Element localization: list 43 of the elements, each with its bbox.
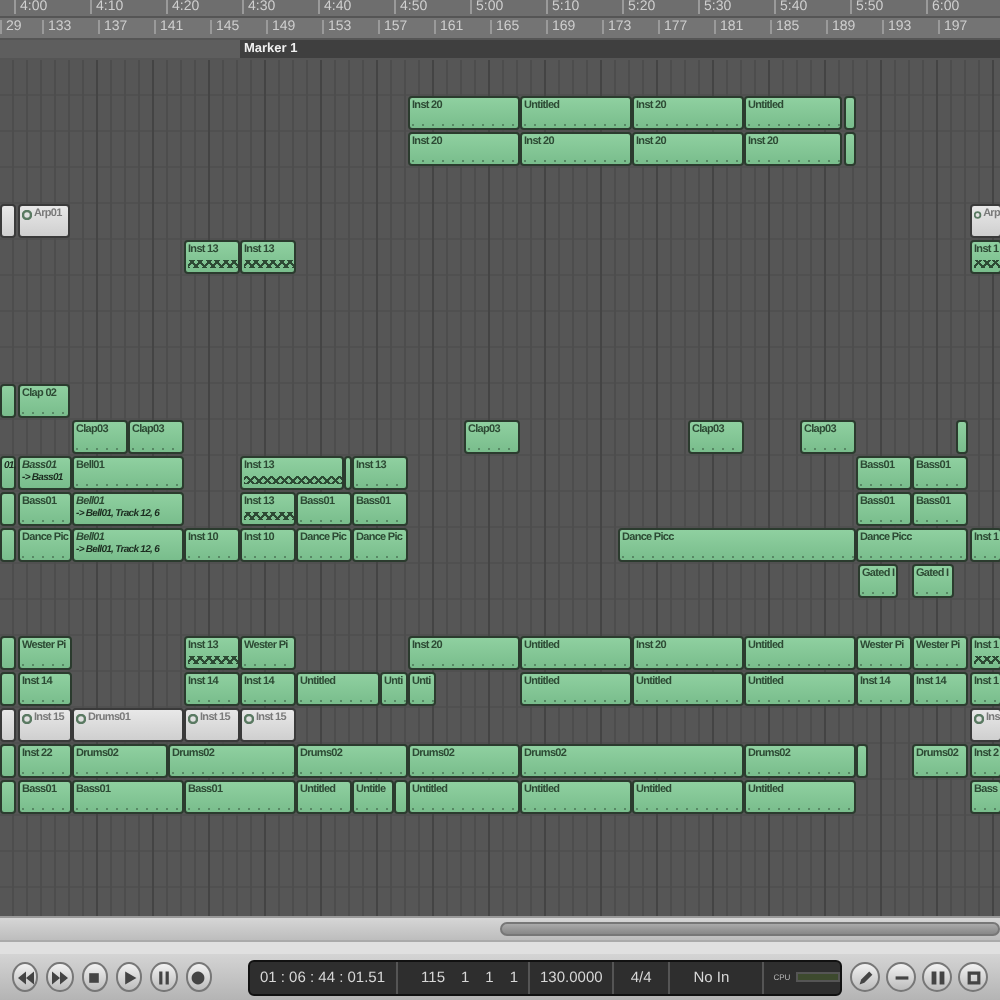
minus-button[interactable] — [886, 962, 916, 992]
loop-icon — [974, 713, 984, 723]
forward-button[interactable] — [46, 962, 74, 992]
midi-region[interactable] — [844, 132, 856, 166]
pause-button[interactable] — [150, 962, 178, 992]
forward-icon — [51, 969, 68, 985]
midi-region[interactable] — [0, 672, 16, 706]
rewind-button[interactable] — [12, 962, 39, 992]
box-icon — [965, 969, 981, 985]
midi-region[interactable] — [0, 744, 16, 778]
loop-icon — [76, 713, 86, 723]
record-button[interactable] — [185, 962, 212, 992]
play-icon — [121, 969, 138, 985]
rewind-icon — [17, 969, 34, 985]
cpu-meter — [796, 972, 841, 982]
scroll-thumb[interactable] — [500, 922, 1000, 936]
midi-region[interactable] — [0, 384, 16, 418]
loop-icon — [22, 209, 32, 219]
bars-icon — [929, 969, 945, 985]
midi-region[interactable] — [956, 420, 968, 454]
loop-icon — [244, 713, 254, 723]
midi-region[interactable] — [0, 636, 16, 670]
bars-button[interactable] — [922, 962, 952, 992]
pencil-button[interactable] — [850, 962, 880, 992]
loop-icon — [974, 209, 982, 219]
pause-icon — [155, 969, 172, 985]
loop-icon — [22, 713, 32, 723]
midi-region[interactable] — [0, 528, 16, 562]
record-icon — [190, 969, 207, 985]
midi-region[interactable] — [856, 744, 868, 778]
pencil-icon — [857, 969, 873, 985]
midi-region[interactable] — [0, 780, 16, 814]
play-button[interactable] — [115, 962, 143, 992]
horizontal-scrollbar[interactable] — [0, 916, 1000, 940]
stop-button[interactable] — [81, 962, 108, 992]
stop-icon — [86, 969, 103, 985]
box-button[interactable] — [958, 962, 988, 992]
midi-region[interactable] — [0, 492, 16, 526]
loop-region[interactable] — [0, 708, 16, 742]
midi-region[interactable] — [394, 780, 408, 814]
loop-icon — [188, 713, 198, 723]
loop-region[interactable] — [0, 204, 16, 238]
midi-region[interactable] — [844, 96, 856, 130]
